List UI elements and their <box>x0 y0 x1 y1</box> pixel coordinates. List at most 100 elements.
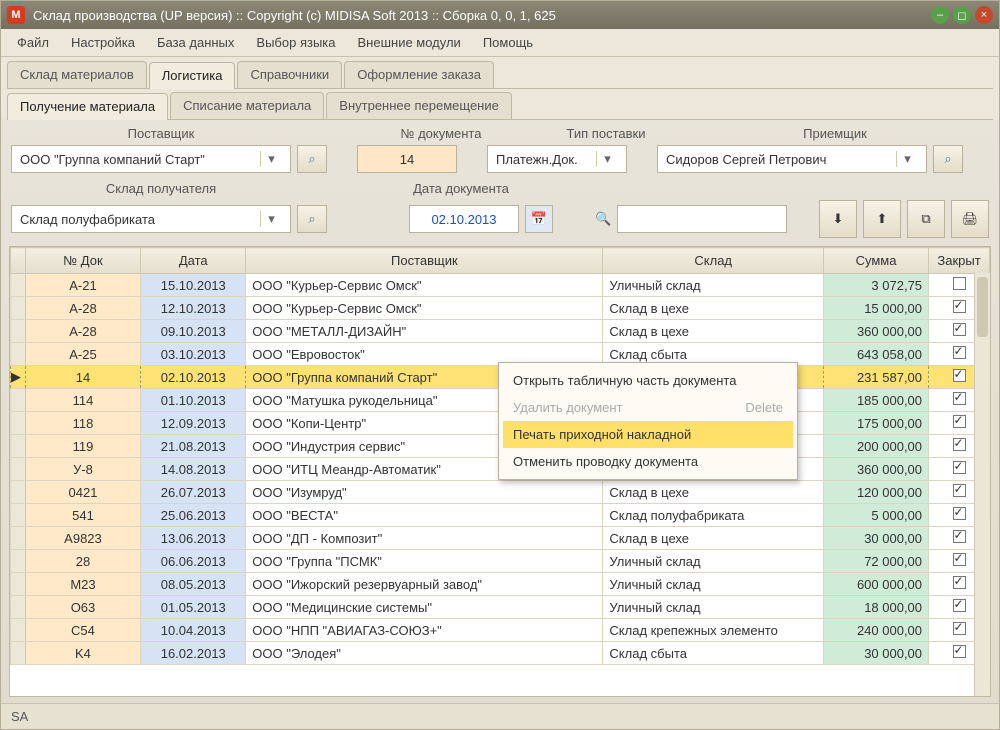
supplier-lookup-button[interactable]: ⌕ <box>297 145 327 173</box>
docno-input[interactable]: 14 <box>357 145 457 173</box>
delivery-type-combo[interactable]: Платежн.Док. ▾ <box>487 145 627 173</box>
menu-help[interactable]: Помощь <box>473 31 543 54</box>
menu-external[interactable]: Внешние модули <box>348 31 471 54</box>
cell-date: 02.10.2013 <box>141 366 246 389</box>
cell-docno: 118 <box>25 412 141 435</box>
context-menu-item[interactable]: Открыть табличную часть документа <box>503 367 793 394</box>
table-row[interactable]: A-2812.10.2013ООО "Курьер-Сервис Омск"Ск… <box>11 297 990 320</box>
vertical-scrollbar[interactable] <box>974 273 990 696</box>
table-row[interactable]: C5410.04.2013ООО "НПП "АВИАГАЗ-СОЮЗ+"Скл… <box>11 619 990 642</box>
delivery-type-value: Платежн.Док. <box>496 152 578 167</box>
checkbox-icon[interactable] <box>953 415 966 428</box>
tab-logistics[interactable]: Логистика <box>149 62 236 89</box>
checkbox-icon[interactable] <box>953 277 966 290</box>
row-header <box>11 504 26 527</box>
checkbox-icon[interactable] <box>953 461 966 474</box>
tab-ordering[interactable]: Оформление заказа <box>344 61 494 88</box>
table-row[interactable]: 042126.07.2013ООО "Изумруд"Склад в цехе1… <box>11 481 990 504</box>
checkbox-icon[interactable] <box>953 622 966 635</box>
row-header <box>11 274 26 297</box>
cell-docno: A-28 <box>25 297 141 320</box>
table-row[interactable]: A982313.06.2013ООО "ДП - Композит"Склад … <box>11 527 990 550</box>
copy-button[interactable]: ⧉ <box>907 200 945 238</box>
dest-wh-lookup-button[interactable]: ⌕ <box>297 205 327 233</box>
calendar-button[interactable]: 📅 <box>525 205 553 233</box>
checkbox-icon[interactable] <box>953 438 966 451</box>
import-button[interactable]: ⬇ <box>819 200 857 238</box>
header-warehouse[interactable]: Склад <box>603 248 824 274</box>
cell-docno: C54 <box>25 619 141 642</box>
cell-supplier: ООО "Курьер-Сервис Омск" <box>246 274 603 297</box>
receiver-combo[interactable]: Сидоров Сергей Петрович ▾ <box>657 145 927 173</box>
checkbox-icon[interactable] <box>953 576 966 589</box>
checkbox-icon[interactable] <box>953 645 966 658</box>
tab-writeoff[interactable]: Списание материала <box>170 92 324 119</box>
copy-icon: ⧉ <box>921 211 930 227</box>
label-dest-wh: Склад получателя <box>11 181 311 196</box>
context-menu-item[interactable]: Печать приходной накладной <box>503 421 793 448</box>
dest-wh-combo[interactable]: Склад полуфабриката ▾ <box>11 205 291 233</box>
close-button[interactable]: × <box>975 6 993 24</box>
tab-directories[interactable]: Справочники <box>237 61 342 88</box>
menu-file[interactable]: Файл <box>7 31 59 54</box>
context-menu-label: Открыть табличную часть документа <box>513 373 736 388</box>
header-docno[interactable]: № Док <box>25 248 141 274</box>
checkbox-icon[interactable] <box>953 369 966 382</box>
export-icon: ⬆ <box>877 211 888 227</box>
checkbox-icon[interactable] <box>953 484 966 497</box>
cell-date: 10.04.2013 <box>141 619 246 642</box>
receiver-lookup-button[interactable]: ⌕ <box>933 145 963 173</box>
label-doc-date: Дата документа <box>371 181 551 196</box>
checkbox-icon[interactable] <box>953 507 966 520</box>
print-button[interactable]: 🖨 <box>951 200 989 238</box>
minimize-button[interactable]: – <box>931 6 949 24</box>
lookup-icon: ⌕ <box>308 151 315 167</box>
cell-sum: 30 000,00 <box>824 642 929 665</box>
header-date[interactable]: Дата <box>141 248 246 274</box>
maximize-button[interactable]: ◻ <box>953 6 971 24</box>
row-header <box>11 412 26 435</box>
cell-docno: M23 <box>25 573 141 596</box>
checkbox-icon[interactable] <box>953 599 966 612</box>
header-sum[interactable]: Сумма <box>824 248 929 274</box>
table-row[interactable]: O6301.05.2013ООО "Медицинские системы"Ул… <box>11 596 990 619</box>
table-row[interactable]: A-2809.10.2013ООО "МЕТАЛЛ-ДИЗАЙН"Склад в… <box>11 320 990 343</box>
table-row[interactable]: A-2115.10.2013ООО "Курьер-Сервис Омск"Ул… <box>11 274 990 297</box>
menu-language[interactable]: Выбор языка <box>246 31 345 54</box>
cell-supplier: ООО "Ижорский резервуарный завод" <box>246 573 603 596</box>
header-supplier[interactable]: Поставщик <box>246 248 603 274</box>
cell-sum: 5 000,00 <box>824 504 929 527</box>
label-supplier: Поставщик <box>11 126 311 141</box>
tab-materials[interactable]: Склад материалов <box>7 61 147 88</box>
checkbox-icon[interactable] <box>953 392 966 405</box>
header-closed[interactable]: Закрыт <box>929 248 990 274</box>
table-row[interactable]: 2806.06.2013ООО "Группа "ПСМК"Уличный ск… <box>11 550 990 573</box>
row-header <box>11 596 26 619</box>
table-row[interactable]: 54125.06.2013ООО "ВЕСТА"Склад полуфабрик… <box>11 504 990 527</box>
magnifier-icon: 🔍 <box>595 211 611 227</box>
export-button[interactable]: ⬆ <box>863 200 901 238</box>
cell-date: 01.05.2013 <box>141 596 246 619</box>
checkbox-icon[interactable] <box>953 323 966 336</box>
cell-date: 08.05.2013 <box>141 573 246 596</box>
receiver-value: Сидоров Сергей Петрович <box>666 152 826 167</box>
scrollbar-thumb[interactable] <box>977 277 988 337</box>
window-controls: – ◻ × <box>931 6 993 24</box>
menu-settings[interactable]: Настройка <box>61 31 145 54</box>
supplier-combo[interactable]: ООО "Группа компаний Старт" ▾ <box>11 145 291 173</box>
search-input[interactable] <box>617 205 787 233</box>
table-row[interactable]: K416.02.2013ООО "Элодея"Склад сбыта30 00… <box>11 642 990 665</box>
checkbox-icon[interactable] <box>953 553 966 566</box>
menu-database[interactable]: База данных <box>147 31 244 54</box>
context-menu-item[interactable]: Отменить проводку документа <box>503 448 793 475</box>
tab-receive[interactable]: Получение материала <box>7 93 168 120</box>
table-row[interactable]: M2308.05.2013ООО "Ижорский резервуарный … <box>11 573 990 596</box>
chevron-down-icon: ▾ <box>596 151 618 167</box>
doc-date-input[interactable]: 02.10.2013 <box>409 205 519 233</box>
checkbox-icon[interactable] <box>953 530 966 543</box>
cell-sum: 200 000,00 <box>824 435 929 458</box>
row-header <box>11 320 26 343</box>
checkbox-icon[interactable] <box>953 300 966 313</box>
checkbox-icon[interactable] <box>953 346 966 359</box>
tab-transfer[interactable]: Внутреннее перемещение <box>326 92 512 119</box>
